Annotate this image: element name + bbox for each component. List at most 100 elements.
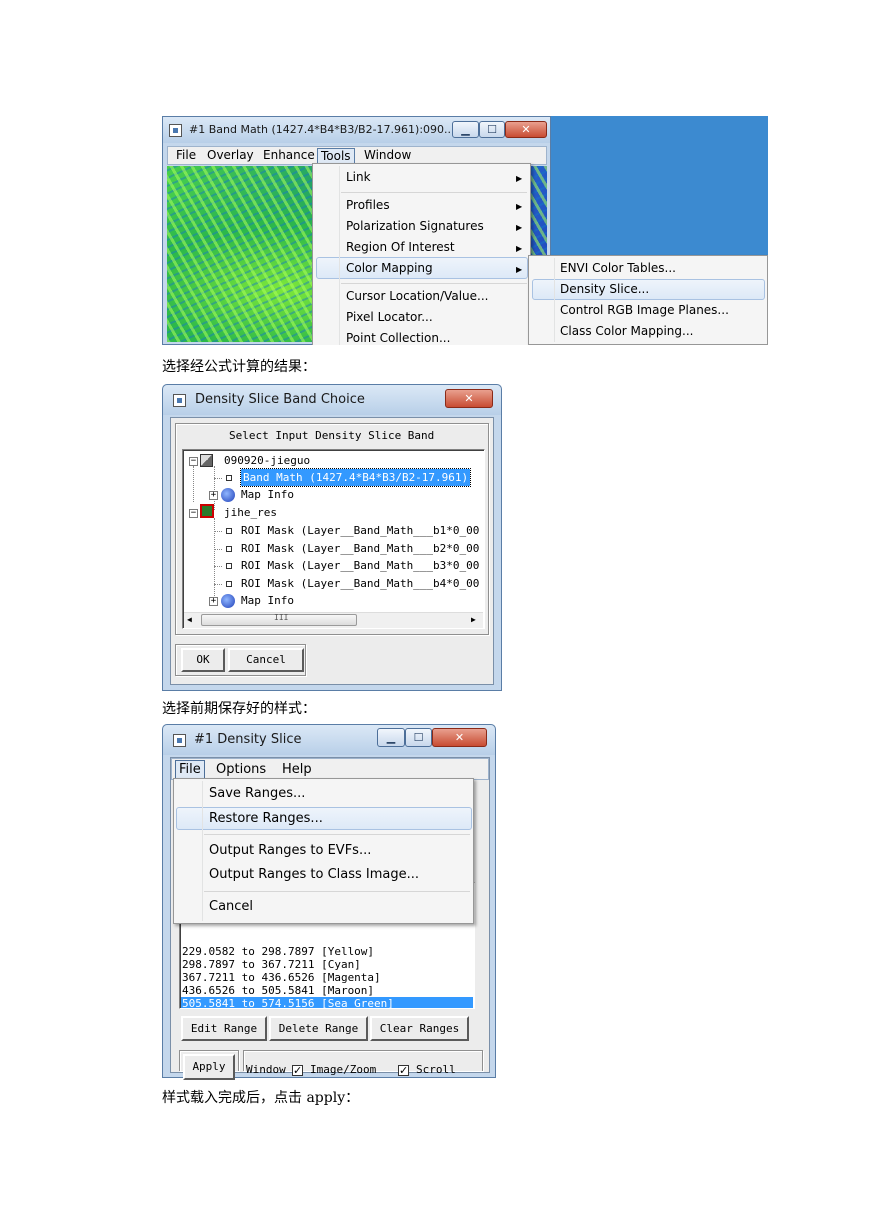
tree-toggle[interactable]: −: [189, 457, 198, 466]
tools-item-profiles[interactable]: Profiles: [346, 195, 390, 216]
window-label: Window: [246, 1063, 286, 1076]
density-menubar: File Options Help: [171, 758, 489, 780]
image-zoom-checkbox[interactable]: ✓: [292, 1065, 303, 1076]
tree-map-info-2[interactable]: Map Info: [241, 592, 294, 609]
roi-leaf-icon: [226, 546, 232, 552]
submenu-control-rgb[interactable]: Control RGB Image Planes...: [560, 300, 729, 321]
dot-line: [214, 478, 222, 479]
file-item-cancel[interactable]: Cancel: [209, 896, 253, 917]
clear-ranges-button[interactable]: Clear Ranges: [370, 1016, 469, 1041]
tree-roi-mask-1[interactable]: ROI Mask (Layer__Band_Math___b1*0_00: [241, 522, 479, 539]
close-button[interactable]: ✕: [445, 389, 493, 408]
menu-help[interactable]: Help: [282, 759, 312, 779]
tools-item-link[interactable]: Link: [346, 167, 371, 188]
tree-file-2[interactable]: jihe_res: [224, 504, 277, 521]
menu-window[interactable]: Window: [364, 147, 411, 164]
image-zoom-label: Image/Zoom: [310, 1063, 377, 1076]
chevron-right-icon: ▶: [516, 202, 523, 211]
density-slice-window: #1 Density Slice ▁ ☐ ✕ File Options Help…: [162, 724, 496, 1080]
scroll-right-arrow-icon[interactable]: ▶: [471, 615, 476, 624]
range-row[interactable]: 367.7211 to 436.6526 [Magenta]: [182, 971, 381, 984]
menu-gutter: [339, 166, 340, 345]
maximize-button[interactable]: ☐: [479, 121, 505, 138]
maximize-button[interactable]: ☐: [405, 728, 432, 747]
chevron-right-icon: ▶: [516, 174, 523, 183]
chevron-right-icon: ▶: [516, 265, 523, 274]
tree-roi-mask-4[interactable]: ROI Mask (Layer__Band_Math___b4*0_00: [241, 575, 479, 592]
tree-band-math[interactable]: Band Math (1427.4*B4*B3/B2-17.961): [239, 468, 472, 487]
caption-3: 样式载入完成后，点击 apply：: [162, 1090, 360, 1106]
file-item-output-evfs[interactable]: Output Ranges to EVFs...: [209, 840, 371, 861]
submenu-class-color-mapping[interactable]: Class Color Mapping...: [560, 321, 693, 342]
tools-item-polarization[interactable]: Polarization Signatures: [346, 216, 484, 237]
tools-item-roi[interactable]: Region Of Interest: [346, 237, 455, 258]
app-icon: [173, 394, 186, 407]
dialog-titlebar[interactable]: Density Slice Band Choice ✕: [163, 385, 501, 415]
minimize-button[interactable]: ▁: [452, 121, 479, 138]
file-item-restore-ranges[interactable]: Restore Ranges...: [209, 808, 323, 829]
apply-button[interactable]: Apply: [183, 1054, 235, 1080]
dot-line: [214, 566, 222, 567]
tree-expand[interactable]: +: [209, 491, 218, 500]
panel-label: Select Input Density Slice Band: [229, 429, 435, 442]
range-row[interactable]: 436.6526 to 505.5841 [Maroon]: [182, 984, 374, 997]
submenu-envi-color-tables[interactable]: ENVI Color Tables...: [560, 258, 676, 279]
close-button[interactable]: ✕: [432, 728, 487, 747]
file-item-output-class-image[interactable]: Output Ranges to Class Image...: [209, 864, 419, 885]
close-button[interactable]: ✕: [505, 121, 547, 138]
menu-separator: [341, 283, 527, 284]
tree-expand[interactable]: +: [209, 597, 218, 606]
menu-file[interactable]: File: [176, 147, 196, 164]
tree-toggle[interactable]: −: [189, 509, 198, 518]
submenu-density-slice[interactable]: Density Slice...: [560, 279, 649, 300]
menu-options[interactable]: Options: [216, 759, 266, 779]
minimize-button[interactable]: ▁: [377, 728, 405, 747]
menu-separator: [341, 192, 527, 193]
density-titlebar[interactable]: #1 Density Slice ▁ ☐ ✕: [163, 725, 495, 755]
file-item-save-ranges[interactable]: Save Ranges...: [209, 783, 305, 804]
scrollbar-grip: III: [274, 613, 289, 622]
band-leaf-icon: [226, 475, 232, 481]
globe-icon: [221, 594, 235, 608]
chevron-right-icon: ▶: [516, 244, 523, 253]
tree-map-info-1[interactable]: Map Info: [241, 486, 294, 503]
menu-gutter: [554, 258, 555, 342]
tools-item-color-mapping[interactable]: Color Mapping: [346, 258, 433, 279]
scrollbar-thumb[interactable]: III: [201, 613, 357, 626]
tree-roi-mask-2[interactable]: ROI Mask (Layer__Band_Math___b2*0_00: [241, 540, 479, 557]
image-file-icon: [200, 454, 213, 467]
cancel-button[interactable]: Cancel: [228, 648, 304, 672]
tree-branch-line: [214, 466, 215, 510]
roi-leaf-icon: [226, 581, 232, 587]
caption-2: 选择前期保存好的样式：: [162, 701, 316, 717]
chevron-right-icon: ▶: [516, 223, 523, 232]
dot-line: [214, 584, 222, 585]
menu-file[interactable]: File: [175, 760, 205, 780]
density-window-title: #1 Density Slice: [194, 732, 302, 747]
globe-icon: [221, 488, 235, 502]
tree-roi-mask-3[interactable]: ROI Mask (Layer__Band_Math___b3*0_00: [241, 557, 479, 574]
band-math-titlebar[interactable]: #1 Band Math (1427.4*B4*B3/B2-17.961):09…: [163, 117, 550, 143]
app-icon: [169, 124, 182, 137]
range-row[interactable]: 298.7897 to 367.7211 [Cyan]: [182, 958, 361, 971]
scroll-left-arrow-icon[interactable]: ◀: [187, 615, 192, 624]
density-slice-band-choice-dialog: Density Slice Band Choice ✕ Select Input…: [162, 384, 502, 691]
tools-item-pixel-locator[interactable]: Pixel Locator...: [346, 307, 433, 328]
range-row[interactable]: 229.0582 to 298.7897 [Yellow]: [182, 945, 374, 958]
edit-range-button[interactable]: Edit Range: [181, 1016, 267, 1041]
dialog-client: Select Input Density Slice Band − 090920…: [170, 417, 494, 685]
menu-overlay[interactable]: Overlay: [207, 147, 254, 164]
color-mapping-submenu: ENVI Color Tables... Density Slice... Co…: [528, 255, 768, 345]
file-dropdown-menu: Save Ranges... Restore Ranges... Output …: [173, 778, 474, 924]
tools-item-point-collection[interactable]: Point Collection...: [346, 328, 450, 345]
tree-file-1[interactable]: 090920-jieguo: [224, 452, 310, 469]
tools-item-cursor-location[interactable]: Cursor Location/Value...: [346, 286, 488, 307]
horizontal-scrollbar[interactable]: ◀ III ▶: [184, 612, 483, 628]
menu-enhance[interactable]: Enhance: [263, 147, 315, 164]
scroll-checkbox[interactable]: ✓: [398, 1065, 409, 1076]
delete-range-button[interactable]: Delete Range: [269, 1016, 368, 1041]
ok-button[interactable]: OK: [181, 648, 225, 672]
dot-line: [214, 531, 222, 532]
band-tree-view[interactable]: − 090920-jieguo Band Math (1427.4*B4*B3/…: [182, 449, 485, 629]
tools-dropdown-menu: Link ▶ Profiles ▶ Polarization Signature…: [312, 163, 531, 345]
